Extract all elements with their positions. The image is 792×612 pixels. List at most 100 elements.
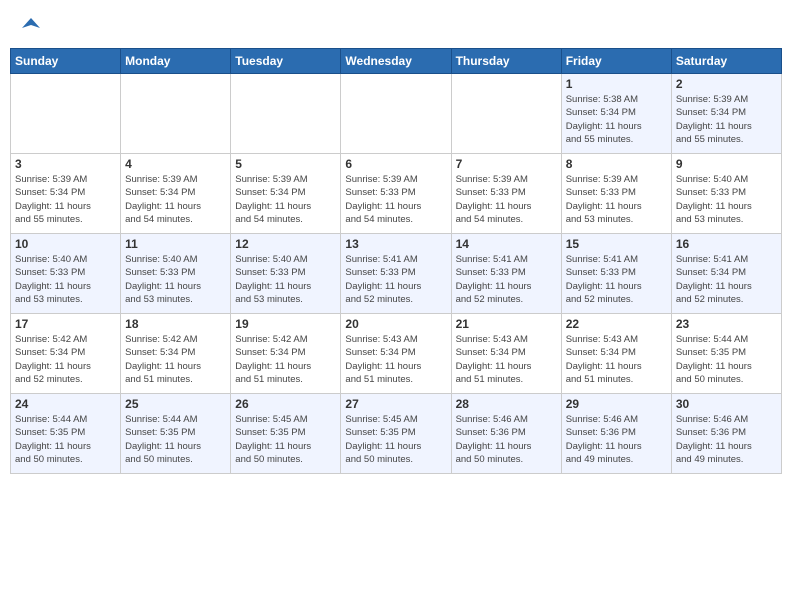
calendar-cell [451, 74, 561, 154]
day-number: 22 [566, 317, 667, 331]
calendar-cell: 3 Sunrise: 5:39 AM Sunset: 5:34 PM Daylig… [11, 154, 121, 234]
calendar-cell: 12Sunrise: 5:40 AM Sunset: 5:33 PM Dayli… [231, 234, 341, 314]
day-number: 18 [125, 317, 226, 331]
calendar-cell: 23 Sunrise: 5:44 AM Sunset: 5:35 PM Dayli… [671, 314, 781, 394]
day-number: 10 [15, 237, 116, 251]
day-header-friday: Friday [561, 49, 671, 74]
day-header-saturday: Saturday [671, 49, 781, 74]
calendar-cell: 27 Sunrise: 5:45 AM Sunset: 5:35 PM Dayli… [341, 394, 451, 474]
day-header-sunday: Sunday [11, 49, 121, 74]
calendar-cell: 26 Sunrise: 5:45 AM Sunset: 5:35 PM Dayli… [231, 394, 341, 474]
day-number: 27 [345, 397, 446, 411]
day-number: 11 [125, 237, 226, 251]
calendar-week-row: 3 Sunrise: 5:39 AM Sunset: 5:34 PM Daylig… [11, 154, 782, 234]
day-info: Sunrise: 5:41 AM Sunset: 5:33 PM Dayligh… [456, 253, 557, 306]
calendar-cell: 25 Sunrise: 5:44 AM Sunset: 5:35 PM Dayli… [121, 394, 231, 474]
day-number: 20 [345, 317, 446, 331]
day-info: Sunrise: 5:43 AM Sunset: 5:34 PM Dayligh… [456, 333, 557, 386]
day-info: Sunrise: 5:46 AM Sunset: 5:36 PM Dayligh… [566, 413, 667, 466]
calendar-cell: 30 Sunrise: 5:46 AM Sunset: 5:36 PM Dayli… [671, 394, 781, 474]
calendar-cell: 4Sunrise: 5:39 AM Sunset: 5:34 PM Daylig… [121, 154, 231, 234]
day-number: 29 [566, 397, 667, 411]
day-number: 30 [676, 397, 777, 411]
day-info: Sunrise: 5:43 AM Sunset: 5:34 PM Dayligh… [345, 333, 446, 386]
calendar-cell [231, 74, 341, 154]
day-info: Sunrise: 5:40 AM Sunset: 5:33 PM Dayligh… [676, 173, 777, 226]
calendar-header-row: SundayMondayTuesdayWednesdayThursdayFrid… [11, 49, 782, 74]
day-info: Sunrise: 5:39 AM Sunset: 5:34 PM Dayligh… [235, 173, 336, 226]
day-info: Sunrise: 5:44 AM Sunset: 5:35 PM Dayligh… [125, 413, 226, 466]
day-number: 25 [125, 397, 226, 411]
day-number: 16 [676, 237, 777, 251]
day-number: 2 [676, 77, 777, 91]
day-number: 13 [345, 237, 446, 251]
calendar-week-row: 1 Sunrise: 5:38 AM Sunset: 5:34 PM Daylig… [11, 74, 782, 154]
day-number: 26 [235, 397, 336, 411]
day-info: Sunrise: 5:42 AM Sunset: 5:34 PM Dayligh… [125, 333, 226, 386]
calendar-cell: 20 Sunrise: 5:43 AM Sunset: 5:34 PM Dayli… [341, 314, 451, 394]
day-info: Sunrise: 5:45 AM Sunset: 5:35 PM Dayligh… [345, 413, 446, 466]
calendar-cell: 7 Sunrise: 5:39 AM Sunset: 5:33 PM Daylig… [451, 154, 561, 234]
day-info: Sunrise: 5:42 AM Sunset: 5:34 PM Dayligh… [235, 333, 336, 386]
calendar-week-row: 24Sunrise: 5:44 AM Sunset: 5:35 PM Dayli… [11, 394, 782, 474]
day-number: 5 [235, 157, 336, 171]
calendar-cell: 18 Sunrise: 5:42 AM Sunset: 5:34 PM Dayli… [121, 314, 231, 394]
day-number: 28 [456, 397, 557, 411]
calendar-cell: 6 Sunrise: 5:39 AM Sunset: 5:33 PM Daylig… [341, 154, 451, 234]
day-number: 19 [235, 317, 336, 331]
page-header [10, 10, 782, 40]
day-info: Sunrise: 5:42 AM Sunset: 5:34 PM Dayligh… [15, 333, 116, 386]
day-number: 8 [566, 157, 667, 171]
logo-bird-icon [20, 14, 42, 36]
day-info: Sunrise: 5:39 AM Sunset: 5:34 PM Dayligh… [15, 173, 116, 226]
day-info: Sunrise: 5:39 AM Sunset: 5:33 PM Dayligh… [566, 173, 667, 226]
calendar-cell: 10 Sunrise: 5:40 AM Sunset: 5:33 PM Dayli… [11, 234, 121, 314]
day-info: Sunrise: 5:41 AM Sunset: 5:33 PM Dayligh… [566, 253, 667, 306]
day-number: 14 [456, 237, 557, 251]
calendar-cell: 19 Sunrise: 5:42 AM Sunset: 5:34 PM Dayli… [231, 314, 341, 394]
calendar-week-row: 10 Sunrise: 5:40 AM Sunset: 5:33 PM Dayli… [11, 234, 782, 314]
day-info: Sunrise: 5:45 AM Sunset: 5:35 PM Dayligh… [235, 413, 336, 466]
calendar-cell: 28 Sunrise: 5:46 AM Sunset: 5:36 PM Dayli… [451, 394, 561, 474]
calendar-table: SundayMondayTuesdayWednesdayThursdayFrid… [10, 48, 782, 474]
day-header-wednesday: Wednesday [341, 49, 451, 74]
calendar-cell: 29 Sunrise: 5:46 AM Sunset: 5:36 PM Dayli… [561, 394, 671, 474]
day-info: Sunrise: 5:46 AM Sunset: 5:36 PM Dayligh… [456, 413, 557, 466]
calendar-cell: 17 Sunrise: 5:42 AM Sunset: 5:34 PM Dayli… [11, 314, 121, 394]
day-number: 1 [566, 77, 667, 91]
day-header-tuesday: Tuesday [231, 49, 341, 74]
calendar-cell: 2 Sunrise: 5:39 AM Sunset: 5:34 PM Daylig… [671, 74, 781, 154]
day-info: Sunrise: 5:40 AM Sunset: 5:33 PM Dayligh… [125, 253, 226, 306]
day-info: Sunrise: 5:40 AM Sunset: 5:33 PM Dayligh… [235, 253, 336, 306]
calendar-cell: 5 Sunrise: 5:39 AM Sunset: 5:34 PM Daylig… [231, 154, 341, 234]
day-number: 4 [125, 157, 226, 171]
calendar-cell: 14 Sunrise: 5:41 AM Sunset: 5:33 PM Dayli… [451, 234, 561, 314]
calendar-cell: 8 Sunrise: 5:39 AM Sunset: 5:33 PM Daylig… [561, 154, 671, 234]
day-info: Sunrise: 5:44 AM Sunset: 5:35 PM Dayligh… [15, 413, 116, 466]
day-info: Sunrise: 5:39 AM Sunset: 5:34 PM Dayligh… [676, 93, 777, 146]
day-number: 23 [676, 317, 777, 331]
day-number: 3 [15, 157, 116, 171]
calendar-cell: 15Sunrise: 5:41 AM Sunset: 5:33 PM Dayli… [561, 234, 671, 314]
day-number: 7 [456, 157, 557, 171]
calendar-cell: 24Sunrise: 5:44 AM Sunset: 5:35 PM Dayli… [11, 394, 121, 474]
day-info: Sunrise: 5:38 AM Sunset: 5:34 PM Dayligh… [566, 93, 667, 146]
day-info: Sunrise: 5:39 AM Sunset: 5:33 PM Dayligh… [345, 173, 446, 226]
day-number: 21 [456, 317, 557, 331]
calendar-cell [11, 74, 121, 154]
calendar-cell: 22Sunrise: 5:43 AM Sunset: 5:34 PM Dayli… [561, 314, 671, 394]
day-info: Sunrise: 5:44 AM Sunset: 5:35 PM Dayligh… [676, 333, 777, 386]
day-header-monday: Monday [121, 49, 231, 74]
day-number: 6 [345, 157, 446, 171]
day-info: Sunrise: 5:40 AM Sunset: 5:33 PM Dayligh… [15, 253, 116, 306]
day-info: Sunrise: 5:41 AM Sunset: 5:34 PM Dayligh… [676, 253, 777, 306]
day-number: 17 [15, 317, 116, 331]
day-number: 9 [676, 157, 777, 171]
day-info: Sunrise: 5:39 AM Sunset: 5:33 PM Dayligh… [456, 173, 557, 226]
calendar-week-row: 17 Sunrise: 5:42 AM Sunset: 5:34 PM Dayli… [11, 314, 782, 394]
day-info: Sunrise: 5:46 AM Sunset: 5:36 PM Dayligh… [676, 413, 777, 466]
calendar-cell: 21 Sunrise: 5:43 AM Sunset: 5:34 PM Dayli… [451, 314, 561, 394]
calendar-cell: 11 Sunrise: 5:40 AM Sunset: 5:33 PM Dayli… [121, 234, 231, 314]
calendar-cell [121, 74, 231, 154]
logo [18, 14, 42, 36]
